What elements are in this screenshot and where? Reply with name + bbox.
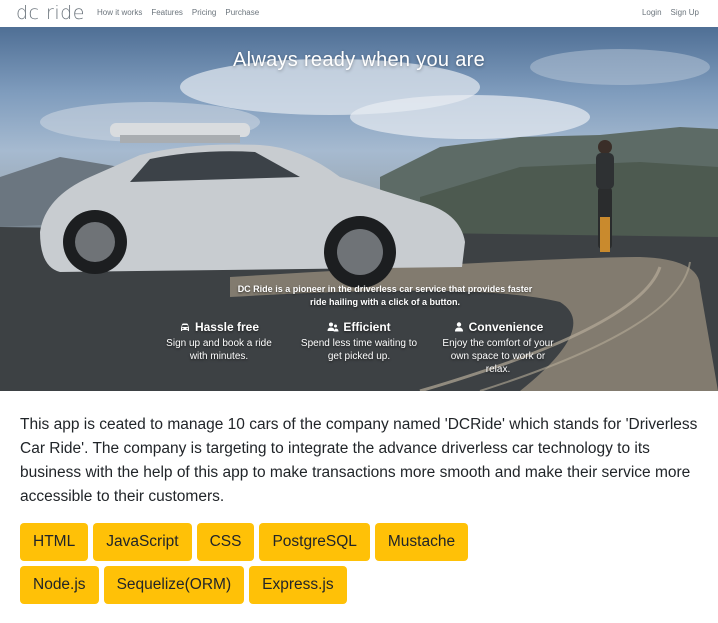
- users-icon: [327, 322, 339, 332]
- feature-title: Efficient: [343, 320, 391, 334]
- feature-text: Enjoy the comfort of your own space to w…: [442, 338, 554, 375]
- tag-nodejs[interactable]: Node.js: [20, 566, 99, 604]
- feature-hassle-free: Hassle free Sign up and book a ride with…: [160, 320, 278, 363]
- feature-efficient: Efficient Spend less time waiting to get…: [300, 320, 418, 363]
- nav-auth-links: Login Sign Up: [642, 8, 699, 17]
- hero-subtitle: DC Ride is a pioneer in the driverless c…: [237, 284, 533, 307]
- tag-javascript[interactable]: JavaScript: [93, 523, 192, 561]
- navbar: dc ride How it works Features Pricing Pu…: [0, 0, 718, 27]
- brand-logo[interactable]: dc ride: [16, 2, 85, 24]
- nav-links: How it works Features Pricing Purchase: [97, 8, 259, 17]
- nav-link-features[interactable]: Features: [151, 8, 183, 17]
- feature-text: Sign up and book a ride with minutes.: [166, 338, 272, 362]
- hero-title: Always ready when you are: [232, 49, 486, 71]
- login-link[interactable]: Login: [642, 8, 662, 17]
- tag-mustache[interactable]: Mustache: [374, 523, 469, 561]
- nav-link-pricing[interactable]: Pricing: [192, 8, 216, 17]
- tag-html[interactable]: HTML: [20, 523, 89, 561]
- feature-title: Convenience: [468, 320, 544, 334]
- signup-link[interactable]: Sign Up: [671, 8, 699, 17]
- tag-css[interactable]: CSS: [196, 523, 255, 561]
- nav-link-purchase[interactable]: Purchase: [225, 8, 259, 17]
- tag-postgresql[interactable]: PostgreSQL: [259, 523, 370, 561]
- tag-expressjs[interactable]: Express.js: [249, 566, 347, 604]
- car-icon: [180, 323, 189, 331]
- feature-text: Spend less time waiting to get picked up…: [300, 338, 418, 362]
- user-icon: [454, 322, 463, 332]
- app-description: This app is ceated to manage 10 cars of …: [20, 416, 698, 505]
- tag-sequelize[interactable]: Sequelize(ORM): [103, 566, 245, 604]
- hero-banner: Always ready when you are DC Ride is a p…: [0, 27, 718, 391]
- tech-tags: HTML JavaScript CSS PostgreSQL Mustache …: [20, 523, 500, 604]
- nav-link-how-it-works[interactable]: How it works: [97, 8, 142, 17]
- feature-title: Hassle free: [194, 320, 260, 334]
- feature-convenience: Convenience Enjoy the comfort of your ow…: [439, 320, 557, 376]
